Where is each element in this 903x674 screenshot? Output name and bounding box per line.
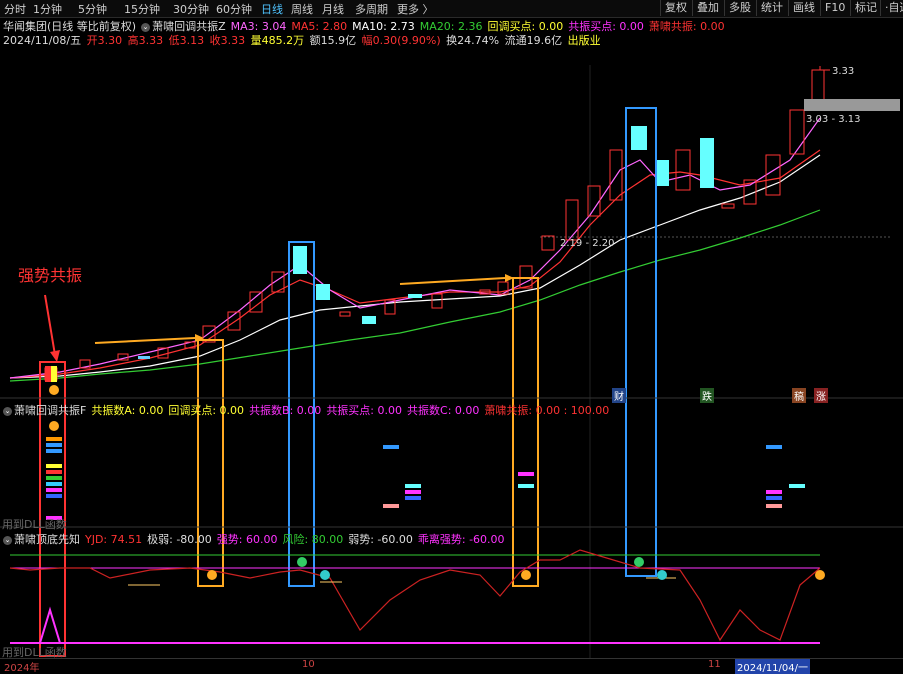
- sell-circle-icon: [634, 557, 644, 567]
- tag-draft[interactable]: 稿: [792, 388, 806, 403]
- signal-mark: [46, 476, 62, 480]
- candle: [675, 149, 691, 191]
- candle: [655, 160, 669, 186]
- signal-mark: [405, 496, 421, 500]
- signal-mark: [383, 504, 399, 508]
- candle: [293, 246, 307, 274]
- annotation-arrow: [44, 294, 56, 356]
- candle: [431, 293, 443, 309]
- signal-mark: [46, 488, 62, 492]
- candle: [138, 356, 150, 359]
- highlight-box-blue: [625, 107, 657, 577]
- peak-marker: [38, 606, 62, 644]
- highlight-box-orange: [197, 339, 224, 587]
- sell-circle-icon: [297, 557, 307, 567]
- candle: [631, 126, 647, 150]
- price-range-bar: [804, 99, 900, 111]
- signal-mark: [766, 445, 782, 449]
- candle: [721, 203, 735, 209]
- ma3-line: [9, 117, 821, 379]
- range-top-label: 3.03 - 3.13: [806, 114, 861, 125]
- panel2-c: 共振数C: 0.00: [407, 404, 480, 417]
- signal-bar: [45, 366, 51, 382]
- annotation-arrow-head: [50, 350, 60, 362]
- signal-mark: [518, 472, 534, 476]
- panel3-strong: 强势: 60.00: [216, 533, 278, 546]
- axis-oct: 10: [302, 659, 315, 670]
- ma5-line: [9, 149, 821, 379]
- tag-down[interactable]: 跌: [700, 388, 714, 403]
- strong-resonance-annotation: 强势共振: [18, 266, 83, 285]
- candle: [789, 109, 805, 155]
- buy-circle-icon: [207, 570, 217, 580]
- range-mid-label: 2.19 - 2.20: [560, 238, 615, 249]
- candle: [765, 154, 781, 196]
- down-circle-icon: [657, 570, 667, 580]
- tag-up[interactable]: 涨: [814, 388, 828, 403]
- down-circle-icon: [320, 570, 330, 580]
- signal-mark: [383, 445, 399, 449]
- buy-circle-icon: [49, 385, 59, 395]
- time-axis: 2024年 10 11 2024/11/04/一: [0, 658, 903, 674]
- signal-mark: [518, 484, 534, 488]
- panel3-dev: 乖离强势: -60.00: [417, 533, 505, 546]
- signal-mark: [766, 504, 782, 508]
- signal-mark: [46, 437, 62, 441]
- ma10-line: [9, 154, 821, 379]
- panel2-b: 共振数B: 0.00: [249, 404, 322, 417]
- panel2-header: ⌄ 萧啸回调共振F 共振数A: 0.00 回调买点: 0.00 共振数B: 0.00 共振…: [0, 402, 903, 417]
- high-price-label: 3.33: [832, 66, 855, 77]
- signal-mark: [46, 494, 62, 498]
- candle: [565, 199, 579, 241]
- collapse-icon[interactable]: ⌄: [3, 535, 12, 545]
- axis-nov: 11: [708, 659, 721, 670]
- candle: [362, 316, 376, 324]
- candle: [339, 311, 351, 317]
- signal-mark: [46, 449, 62, 453]
- panel3-risk: 风险: 80.00: [282, 533, 344, 546]
- buy-circle-icon: [815, 570, 825, 580]
- axis-cursor-date: 2024/11/04/一: [735, 659, 811, 674]
- panel3-header: ⌄ 萧啸顶底先知 YJD: 74.51 极弱: -80.00 强势: 60.00 风险: …: [0, 531, 903, 546]
- buy-circle-icon: [49, 421, 59, 431]
- signal-mark: [46, 443, 62, 447]
- panel3-yjd: YJD: 74.51: [85, 533, 143, 546]
- trend-arrow: [399, 277, 506, 285]
- panel3-weak-ext: 极弱: -80.00: [147, 533, 212, 546]
- signal-mark: [405, 490, 421, 494]
- axis-year: 2024年: [4, 663, 40, 674]
- panel2-signals: [46, 437, 805, 520]
- candle: [408, 294, 422, 298]
- signal-mark: [46, 470, 62, 474]
- candle: [316, 284, 330, 300]
- panel2-dll-label: 用到DLL函数: [2, 518, 67, 531]
- panel3-weak: 弱势: -60.00: [348, 533, 413, 546]
- tag-finance[interactable]: 财: [612, 388, 626, 403]
- trend-arrow: [94, 337, 196, 344]
- signal-mark: [789, 484, 805, 488]
- collapse-icon[interactable]: ⌄: [3, 406, 12, 416]
- signal-mark: [46, 464, 62, 468]
- panel2-a: 共振数A: 0.00: [91, 404, 164, 417]
- buy-circle-icon: [521, 570, 531, 580]
- signal-mark: [46, 482, 62, 486]
- signal-mark: [766, 490, 782, 494]
- signal-bar: [51, 366, 57, 382]
- panel3-name[interactable]: 萧啸顶底先知: [14, 533, 80, 546]
- candles: [44, 69, 825, 381]
- panel2-name[interactable]: 萧啸回调共振F: [14, 404, 86, 417]
- signal-mark: [405, 484, 421, 488]
- signal-mark: [766, 496, 782, 500]
- panel2-pullback: 回调买点: 0.00: [168, 404, 245, 417]
- yjd-line: [9, 549, 821, 642]
- candle: [541, 235, 555, 251]
- candle: [811, 69, 825, 101]
- kline-chart[interactable]: [0, 0, 903, 670]
- panel2-resonance: 共振买点: 0.00: [326, 404, 403, 417]
- panel2-xx: 萧啸共振: 0.00 : 100.00: [484, 404, 610, 417]
- candle: [700, 138, 714, 188]
